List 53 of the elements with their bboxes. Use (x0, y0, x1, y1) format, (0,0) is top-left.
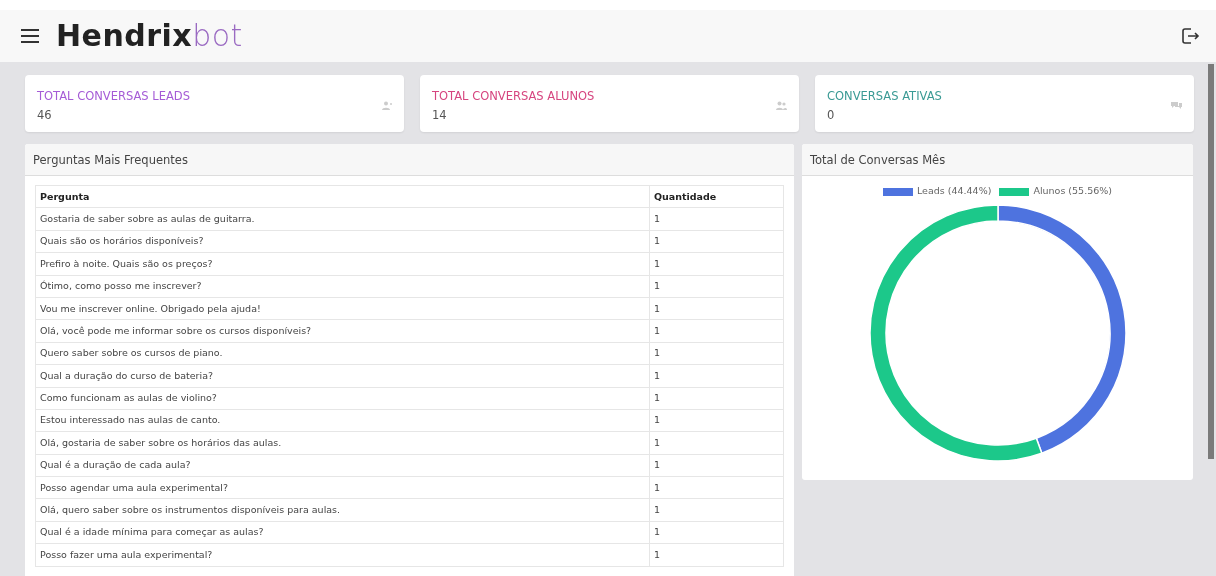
table-cell: 1 (649, 297, 784, 320)
menu-icon[interactable] (20, 28, 40, 44)
legend-item[interactable]: Alunos (55.56%) (999, 184, 1112, 199)
table-cell: 1 (649, 342, 784, 365)
table-cell: Posso fazer uma aula experimental? (35, 543, 650, 567)
table-cell: Olá, gostaria de saber sobre os horários das aulas. (35, 431, 650, 455)
panel-title: Total de Conversas Mês (802, 144, 1193, 176)
users-icon (776, 101, 787, 110)
table-cell: Qual é a idade mínima para começar as aulas? (35, 521, 650, 544)
table-cell: 1 (649, 364, 784, 387)
table-cell: Olá, quero saber sobre os instrumentos disponíveis para aulas. (35, 498, 650, 522)
table-cell: Prefiro à noite. Quais são os preços? (35, 252, 650, 276)
table-cell: Qual é a duração de cada aula? (35, 454, 650, 477)
stat-value: 46 (37, 107, 53, 125)
table-cell: Como funcionam as aulas de violino? (35, 387, 650, 410)
stat-title: TOTAL CONVERSAS LEADS (37, 88, 191, 105)
table-cell: 1 (649, 498, 784, 522)
stat-value: 14 (432, 107, 448, 125)
table-cell: 1 (649, 521, 784, 544)
table-cell: 1 (649, 431, 784, 455)
table-cell: Ótimo, como posso me inscrever? (35, 275, 650, 298)
column-header: Quantidade (649, 185, 784, 208)
table-cell: 1 (649, 543, 784, 567)
table-cell: 1 (649, 319, 784, 343)
table-cell: 1 (649, 476, 784, 499)
scrollbar[interactable] (1208, 64, 1214, 459)
panel-title: Perguntas Mais Frequentes (25, 144, 794, 176)
table-cell: Posso agendar uma aula experimental? (35, 476, 650, 499)
table-cell: Olá, você pode me informar sobre os cursos disponíveis? (35, 319, 650, 343)
table-cell: Qual a duração do curso de bateria? (35, 364, 650, 387)
table-cell: 1 (649, 454, 784, 477)
table-cell: 1 (649, 387, 784, 410)
legend-swatch (999, 187, 1030, 196)
stat-title: TOTAL CONVERSAS ALUNOS (432, 88, 596, 105)
comments-icon (1171, 101, 1182, 110)
table-cell: 1 (649, 252, 784, 276)
table-cell: Vou me inscrever online. Obrigado pela ajuda! (35, 297, 650, 320)
table-cell: 1 (649, 275, 784, 298)
table-cell: Gostaria de saber sobre as aulas de guitarra. (35, 207, 650, 231)
stat-value: 0 (827, 107, 836, 125)
table-cell: Estou interessado nas aulas de canto. (35, 409, 650, 432)
table-cell: Quais são os horários disponíveis? (35, 230, 650, 253)
legend-swatch (882, 187, 913, 196)
table-cell: 1 (649, 207, 784, 231)
table-cell: Quero saber sobre os cursos de piano. (35, 342, 650, 365)
logo: Hendrixbot (56, 21, 243, 51)
table-cell: 1 (649, 409, 784, 432)
legend-item[interactable]: Leads (44.44%) (882, 184, 992, 199)
table-cell: 1 (649, 230, 784, 253)
user-plus-icon (382, 101, 392, 110)
stat-title: CONVERSAS ATIVAS (827, 88, 943, 105)
logout-icon[interactable] (1180, 26, 1200, 46)
column-header: Pergunta (35, 185, 650, 208)
